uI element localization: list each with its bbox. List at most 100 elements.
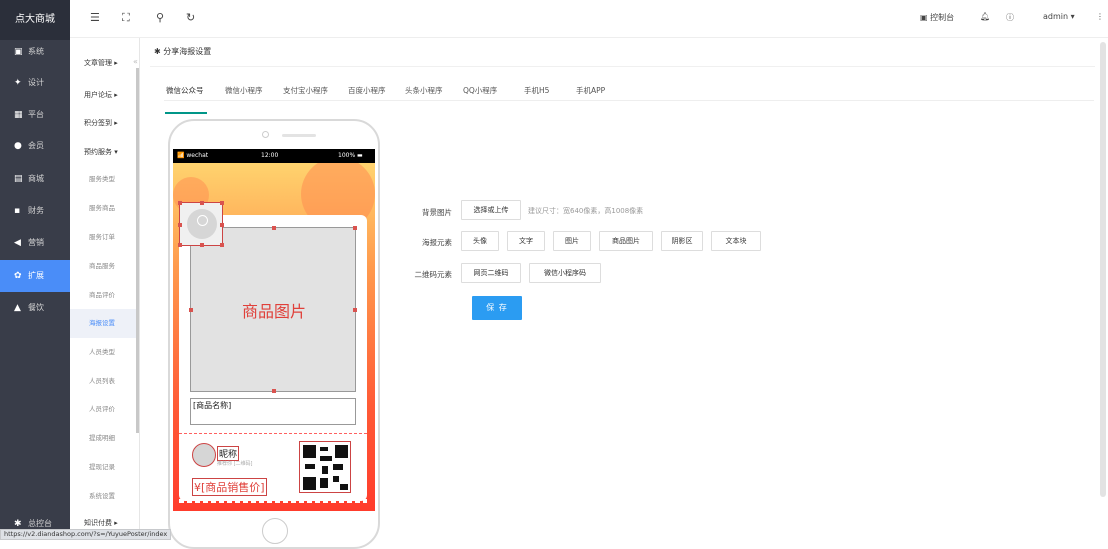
qr-block xyxy=(320,456,332,461)
add-shadow-button[interactable]: 阴影区 xyxy=(661,231,703,251)
submenu-item-commission[interactable]: 提成明细 xyxy=(70,424,136,453)
brand-logo[interactable]: 点大商城 xyxy=(0,0,70,40)
sidebar-item-marketing[interactable]: ◀ 营销 xyxy=(0,227,70,259)
submenu-item-staff-list[interactable]: 人员列表 xyxy=(70,367,136,396)
resize-handle[interactable] xyxy=(189,308,193,312)
resize-handle[interactable] xyxy=(220,223,224,227)
add-text-button[interactable]: 文字 xyxy=(507,231,545,251)
qr-block xyxy=(322,466,328,474)
poster-product-name[interactable]: [商品名称] xyxy=(190,398,356,425)
qr-block xyxy=(335,445,348,458)
sidebar-item-finance[interactable]: ▪ 财务 xyxy=(0,195,70,227)
qr-block xyxy=(333,464,343,470)
resize-handle[interactable] xyxy=(353,226,357,230)
card-perforation xyxy=(179,499,367,503)
poster-qrcode[interactable] xyxy=(299,441,351,493)
resize-handle[interactable] xyxy=(220,243,224,247)
submenu-item-articles[interactable]: 文章管理 ▸ xyxy=(70,49,136,78)
add-miniprogram-code-button[interactable]: 微信小程序码 xyxy=(529,263,601,283)
submenu-item-forum[interactable]: 用户论坛 ▸ xyxy=(70,81,136,110)
add-web-qrcode-button[interactable]: 网页二维码 xyxy=(461,263,521,283)
submenu-item-checkin[interactable]: 积分签到 ▸ xyxy=(70,109,136,138)
help-icon[interactable]: ⓘ xyxy=(1006,12,1014,23)
main-sidebar: 点大商城 ▣ 系统 ✦ 设计 ▦ 平台 ● 会员 ▤ 商城 ▪ 财务 ◀ 营销 ✿ 扩展 ▲ 餐饮… xyxy=(0,0,70,540)
resize-handle[interactable] xyxy=(353,308,357,312)
submenu-item-service-orders[interactable]: 服务订单 xyxy=(70,223,136,252)
resize-handle[interactable] xyxy=(272,226,276,230)
resize-handle[interactable] xyxy=(178,223,182,227)
submenu-item-service-type[interactable]: 服务类型 xyxy=(70,165,136,194)
menu-toggle-icon[interactable]: ☰ xyxy=(90,11,100,24)
resize-handle[interactable] xyxy=(178,201,182,205)
resize-handle[interactable] xyxy=(272,389,276,393)
console-link[interactable]: ▣ 控制台 xyxy=(920,12,954,23)
collapse-arrow-icon[interactable]: « xyxy=(133,57,138,66)
tab-h5[interactable]: 手机H5 xyxy=(524,85,549,96)
poster-avatar[interactable] xyxy=(178,201,224,247)
resize-handle[interactable] xyxy=(220,201,224,205)
sidebar-item-dining[interactable]: ▲ 餐饮 xyxy=(0,292,70,324)
poster-small-avatar[interactable] xyxy=(192,443,216,467)
bell-icon[interactable]: 🔔︎ xyxy=(980,12,990,21)
tab-toutiao-miniprogram[interactable]: 头条小程序 xyxy=(405,85,443,96)
sub-menu: 多商户 ▸ 文章管理 ▸ 用户论坛 ▸ 积分签到 ▸ 预约服务 ▾ 服务类型 服… xyxy=(70,28,140,540)
submenu-item-withdraw[interactable]: 提现记录 xyxy=(70,453,136,482)
poster-sub-text[interactable]: 推荐你 [二维码] xyxy=(217,460,253,467)
grid-icon: ▦ xyxy=(14,110,23,120)
resize-handle[interactable] xyxy=(200,201,204,205)
tab-qq-miniprogram[interactable]: QQ小程序 xyxy=(463,85,497,96)
poster-card: 商品图片 [商品名称] 昵称 推荐你 [二维码] ¥[商品销售价] xyxy=(178,201,367,501)
submenu-item-goods-review[interactable]: 商品评价 xyxy=(70,281,136,310)
bg-image-label: 背景图片 xyxy=(422,208,452,217)
add-textblock-button[interactable]: 文本块 xyxy=(711,231,761,251)
poster-price[interactable]: ¥[商品销售价] xyxy=(192,478,267,496)
more-icon[interactable]: ⋮ xyxy=(1096,12,1104,21)
tab-alipay-miniprogram[interactable]: 支付宝小程序 xyxy=(283,85,328,96)
top-bar: ☰ ⛶ ⚲ ↻ ▣ 控制台 🔔︎ ⓘ admin ▾ ⋮ xyxy=(70,0,1108,38)
submenu-item-booking[interactable]: 预约服务 ▾ xyxy=(70,138,136,167)
resize-handle[interactable] xyxy=(200,243,204,247)
poster-nickname[interactable]: 昵称 xyxy=(217,446,240,461)
choose-upload-button[interactable]: 选择或上传 xyxy=(461,200,521,220)
submenu-item-poster-settings[interactable]: 海报设置 xyxy=(70,309,136,338)
submenu-item-staff-review[interactable]: 人员评价 xyxy=(70,395,136,424)
submenu-item-service-goods[interactable]: 服务商品 xyxy=(70,194,136,223)
qr-block xyxy=(303,445,316,458)
poster-product-image[interactable]: 商品图片 xyxy=(189,226,357,393)
megaphone-icon: ◀ xyxy=(14,238,21,248)
submenu-item-goods-service[interactable]: 商品服务 xyxy=(70,252,136,281)
poster-canvas: 商品图片 [商品名称] 昵称 推荐你 [二维码] ¥[商品销售价] xyxy=(173,163,375,511)
sidebar-item-extend[interactable]: ✿ 扩展 xyxy=(0,260,70,292)
tab-wechat-miniprogram[interactable]: 微信小程序 xyxy=(225,85,263,96)
qr-block xyxy=(305,464,315,469)
submenu-item-staff-type[interactable]: 人员类型 xyxy=(70,338,136,367)
add-image-button[interactable]: 图片 xyxy=(553,231,591,251)
sidebar-item-member[interactable]: ● 会员 xyxy=(0,130,70,162)
user-menu[interactable]: admin ▾ xyxy=(1043,12,1075,21)
console-icon: ▣ xyxy=(920,13,928,22)
status-url-bar: https://v2.diandashop.com/?s=/YuyuePoste… xyxy=(0,529,172,540)
sidebar-item-platform[interactable]: ▦ 平台 xyxy=(0,99,70,131)
submenu-scrollbar[interactable] xyxy=(136,68,139,433)
sidebar-item-design[interactable]: ✦ 设计 xyxy=(0,67,70,99)
main-scrollbar[interactable] xyxy=(1100,42,1106,497)
qrcode-elements-label: 二维码元素 xyxy=(414,270,453,279)
add-product-image-button[interactable]: 商品图片 xyxy=(599,231,653,251)
active-tab-indicator xyxy=(165,112,207,114)
tab-app[interactable]: 手机APP xyxy=(576,85,605,96)
bell-icon: ▲ xyxy=(14,303,21,313)
refresh-icon[interactable]: ↻ xyxy=(186,11,195,24)
qr-block xyxy=(320,478,328,488)
resize-handle[interactable] xyxy=(178,243,182,247)
mail-icon: ▤ xyxy=(14,174,23,184)
link-icon[interactable]: ⚲ xyxy=(156,11,164,24)
tab-baidu-miniprogram[interactable]: 百度小程序 xyxy=(348,85,386,96)
tabs-divider xyxy=(164,100,1094,101)
add-avatar-button[interactable]: 头像 xyxy=(461,231,499,251)
fullscreen-icon[interactable]: ⛶ xyxy=(122,11,130,25)
sidebar-item-system[interactable]: ▣ 系统 xyxy=(0,36,70,68)
save-button[interactable]: 保 存 xyxy=(472,296,522,320)
sidebar-item-mall[interactable]: ▤ 商城 xyxy=(0,163,70,195)
tab-wechat-mp[interactable]: 微信公众号 xyxy=(166,85,204,96)
submenu-item-system-settings[interactable]: 系统设置 xyxy=(70,482,136,511)
